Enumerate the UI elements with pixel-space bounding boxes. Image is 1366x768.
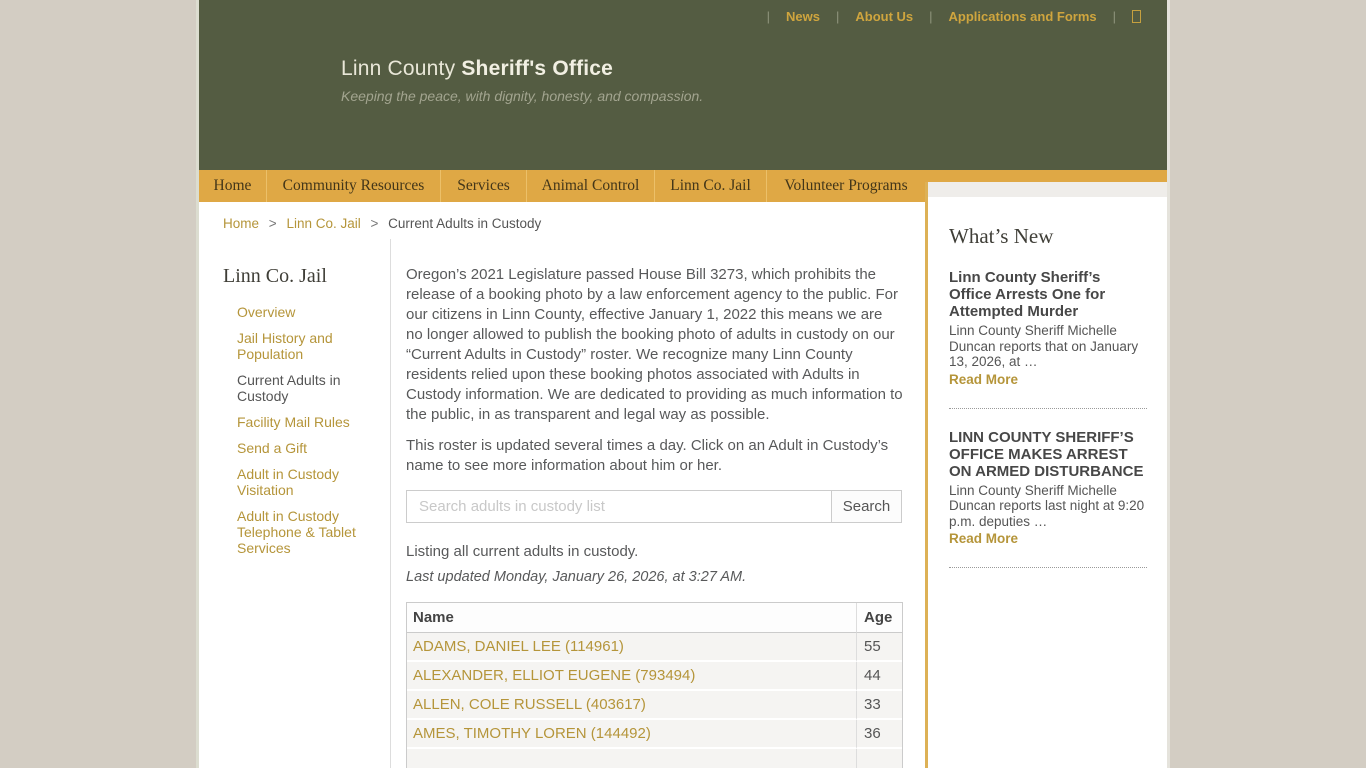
read-more-link[interactable]: Read More — [949, 531, 1018, 546]
site-title-bold: Sheriff's Office — [461, 57, 613, 80]
custody-name-cell: ALLEN, COLE RUSSELL (403617) — [407, 691, 856, 720]
box-glyph-icon[interactable] — [1132, 10, 1141, 23]
column-header-name: Name — [407, 603, 856, 633]
custody-age-cell: 33 — [856, 691, 902, 720]
breadcrumb-separator: > — [371, 216, 379, 231]
search-input[interactable] — [406, 490, 832, 523]
custody-name-cell — [407, 749, 856, 768]
table-row-partial — [407, 749, 902, 768]
column-header-age: Age — [856, 603, 902, 633]
main-navigation: Home Community Resources Services Animal… — [199, 170, 925, 202]
dotted-divider — [949, 567, 1147, 568]
sidebar-link[interactable]: Send a Gift — [237, 440, 307, 456]
roster-note-paragraph: This roster is updated several times a d… — [406, 436, 903, 476]
nav-item-volunteer-programs[interactable]: Volunteer Programs — [767, 170, 925, 202]
sidebar-item-facility-mail-rules[interactable]: Facility Mail Rules — [237, 414, 372, 430]
sidebar-item-telephone-tablet[interactable]: Adult in Custody Telephone & Tablet Serv… — [237, 508, 372, 556]
topbar-separator: | — [1113, 9, 1116, 24]
topbar-separator: | — [929, 9, 932, 24]
sidebar-link[interactable]: Facility Mail Rules — [237, 414, 350, 430]
topbar-separator: | — [836, 9, 839, 24]
topbar-separator: | — [767, 9, 770, 24]
sidebar-link[interactable]: Jail History and Population — [237, 330, 333, 362]
last-updated-text: Last updated Monday, January 26, 2026, a… — [406, 569, 903, 585]
news-item-title: Linn County Sheriff’s Office Arrests One… — [949, 269, 1147, 320]
custody-name-link[interactable]: ALLEN, COLE RUSSELL (403617) — [413, 696, 646, 713]
news-item-title: LINN COUNTY SHERIFF’S OFFICE MAKES ARRES… — [949, 429, 1147, 480]
search-button[interactable]: Search — [832, 490, 902, 523]
table-header-row: Name Age — [407, 603, 902, 633]
main-content: Oregon’s 2021 Legislature passed House B… — [391, 239, 925, 768]
whats-new-title: What’s New — [949, 224, 1147, 249]
custody-name-link[interactable]: ALEXANDER, ELLIOT EUGENE (793494) — [413, 667, 695, 684]
listing-status-text: Listing all current adults in custody. — [406, 543, 903, 560]
breadcrumb-home[interactable]: Home — [223, 216, 259, 231]
topbar-link-about-us[interactable]: About Us — [855, 9, 913, 24]
custody-name-cell: ADAMS, DANIEL LEE (114961) — [407, 633, 856, 662]
news-item-excerpt: Linn County Sheriff Michelle Duncan repo… — [949, 323, 1147, 370]
breadcrumb: Home > Linn Co. Jail > Current Adults in… — [199, 202, 925, 239]
custody-age-cell: 44 — [856, 662, 902, 691]
sidebar-link[interactable]: Adult in Custody Visitation — [237, 466, 339, 498]
table-row: ADAMS, DANIEL LEE (114961) 55 — [407, 633, 902, 662]
table-row: ALEXANDER, ELLIOT EUGENE (793494) 44 — [407, 662, 902, 691]
custody-search: Search — [406, 490, 903, 523]
sidebar-item-current-adults: Current Adults in Custody — [237, 372, 372, 404]
topbar-link-news[interactable]: News — [786, 9, 820, 24]
nav-item-animal-control[interactable]: Animal Control — [527, 170, 655, 202]
sidebar-item-jail-history[interactable]: Jail History and Population — [237, 330, 372, 362]
site-title-regular: Linn County — [341, 57, 455, 80]
nav-item-linn-co-jail[interactable]: Linn Co. Jail — [655, 170, 767, 202]
table-row: AMES, TIMOTHY LOREN (144492) 36 — [407, 720, 902, 749]
breadcrumb-separator: > — [269, 216, 277, 231]
table-row: ALLEN, COLE RUSSELL (403617) 33 — [407, 691, 902, 720]
dotted-divider — [949, 408, 1147, 409]
sidebar-link[interactable]: Overview — [237, 304, 295, 320]
news-item: LINN COUNTY SHERIFF’S OFFICE MAKES ARRES… — [949, 429, 1147, 549]
custody-age-cell: 36 — [856, 720, 902, 749]
breadcrumb-linn-co-jail[interactable]: Linn Co. Jail — [286, 216, 360, 231]
page-container: | News | About Us | Applications and For… — [196, 0, 1170, 768]
left-main-region: Home Community Resources Services Animal… — [199, 170, 925, 768]
site-tagline: Keeping the peace, with dignity, honesty… — [341, 88, 1167, 104]
site-title: Linn County Sheriff's Office — [341, 57, 1167, 81]
sidebar-current-page-label: Current Adults in Custody — [237, 372, 341, 404]
topbar-link-applications-forms[interactable]: Applications and Forms — [949, 9, 1097, 24]
custody-age-cell: 55 — [856, 633, 902, 662]
whats-new-panel: What’s New Linn County Sheriff’s Office … — [925, 182, 1167, 768]
gray-accent-strip — [928, 182, 1167, 197]
custody-roster-table: Name Age ADAMS, DANIEL LEE (114961) 55 A… — [406, 602, 903, 768]
whats-new-sidebar: What’s New Linn County Sheriff’s Office … — [925, 170, 1167, 768]
sidebar-links: Overview Jail History and Population Cur… — [223, 304, 372, 556]
read-more-link[interactable]: Read More — [949, 372, 1018, 387]
topbar: | News | About Us | Applications and For… — [199, 0, 1167, 24]
nav-item-home[interactable]: Home — [199, 170, 267, 202]
news-item-excerpt: Linn County Sheriff Michelle Duncan repo… — [949, 483, 1147, 530]
custody-age-cell — [856, 749, 902, 768]
news-item: Linn County Sheriff’s Office Arrests One… — [949, 269, 1147, 389]
sidebar-item-visitation[interactable]: Adult in Custody Visitation — [237, 466, 372, 498]
nav-item-community-resources[interactable]: Community Resources — [267, 170, 441, 202]
gold-accent-strip — [925, 170, 1167, 182]
custody-name-link[interactable]: ADAMS, DANIEL LEE (114961) — [413, 638, 624, 655]
body-row: Home Community Resources Services Animal… — [199, 170, 1167, 768]
content-columns: Linn Co. Jail Overview Jail History and … — [199, 239, 925, 768]
breadcrumb-current-page: Current Adults in Custody — [388, 216, 541, 231]
jail-sidebar: Linn Co. Jail Overview Jail History and … — [199, 239, 391, 768]
sidebar-title: Linn Co. Jail — [223, 265, 372, 288]
custody-name-link[interactable]: AMES, TIMOTHY LOREN (144492) — [413, 725, 651, 742]
sidebar-link[interactable]: Adult in Custody Telephone & Tablet Serv… — [237, 508, 356, 556]
custody-name-cell: ALEXANDER, ELLIOT EUGENE (793494) — [407, 662, 856, 691]
site-header: | News | About Us | Applications and For… — [199, 0, 1167, 170]
custody-name-cell: AMES, TIMOTHY LOREN (144492) — [407, 720, 856, 749]
nav-item-services[interactable]: Services — [441, 170, 527, 202]
intro-paragraph: Oregon’s 2021 Legislature passed House B… — [406, 265, 903, 425]
sidebar-item-send-a-gift[interactable]: Send a Gift — [237, 440, 372, 456]
sidebar-item-overview[interactable]: Overview — [237, 304, 372, 320]
